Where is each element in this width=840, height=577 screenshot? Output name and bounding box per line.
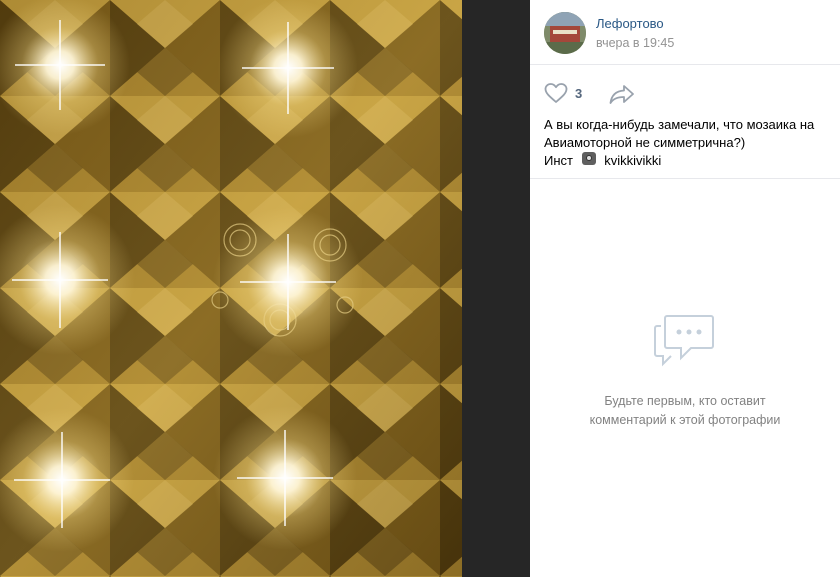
author-name[interactable]: Лефортово (596, 16, 664, 31)
mosaic-photo[interactable] (0, 0, 462, 577)
post-text: А вы когда-нибудь замечали, что мозаика … (530, 113, 840, 179)
instagram-prefix: Инст (544, 153, 573, 168)
post-actions: 3 (530, 65, 840, 113)
instagram-handle: kvikkivikki (604, 153, 662, 168)
empty-comments-text: Будьте первым, кто оставит комментарий к… (530, 392, 840, 430)
post-date[interactable]: вчера в 19:45 (596, 36, 674, 50)
post-text-line-1: А вы когда-нибудь замечали, что мозаика … (544, 117, 815, 132)
avatar-image (544, 12, 586, 54)
post-sidebar: Лефортово вчера в 19:45 3 А вы когда-ниб… (530, 0, 840, 577)
empty-comments: Будьте первым, кто оставит комментарий к… (530, 310, 840, 430)
heart-icon (544, 83, 568, 103)
photo-viewer: Лефортово вчера в 19:45 3 А вы когда-ниб… (0, 0, 840, 577)
author-link[interactable]: Лефортово (596, 16, 664, 31)
instagram-line: Инст kvikkivikki (544, 152, 826, 170)
like-count: 3 (575, 85, 583, 101)
speech-bubble-icon (654, 315, 714, 367)
post-text-line-2: Авиамоторной не симметрична?) (544, 135, 746, 150)
share-arrow-icon (609, 85, 634, 104)
like-button[interactable]: 3 (544, 83, 582, 103)
empty-comments-line-2: комментарий к этой фотографии (589, 413, 781, 427)
empty-comments-line-1: Будьте первым, кто оставит (604, 394, 766, 408)
avatar[interactable] (544, 12, 586, 54)
share-button[interactable] (609, 84, 635, 109)
post-header: Лефортово вчера в 19:45 (530, 0, 840, 65)
photo-area[interactable] (0, 0, 530, 577)
camera-emoji-icon (581, 152, 596, 165)
